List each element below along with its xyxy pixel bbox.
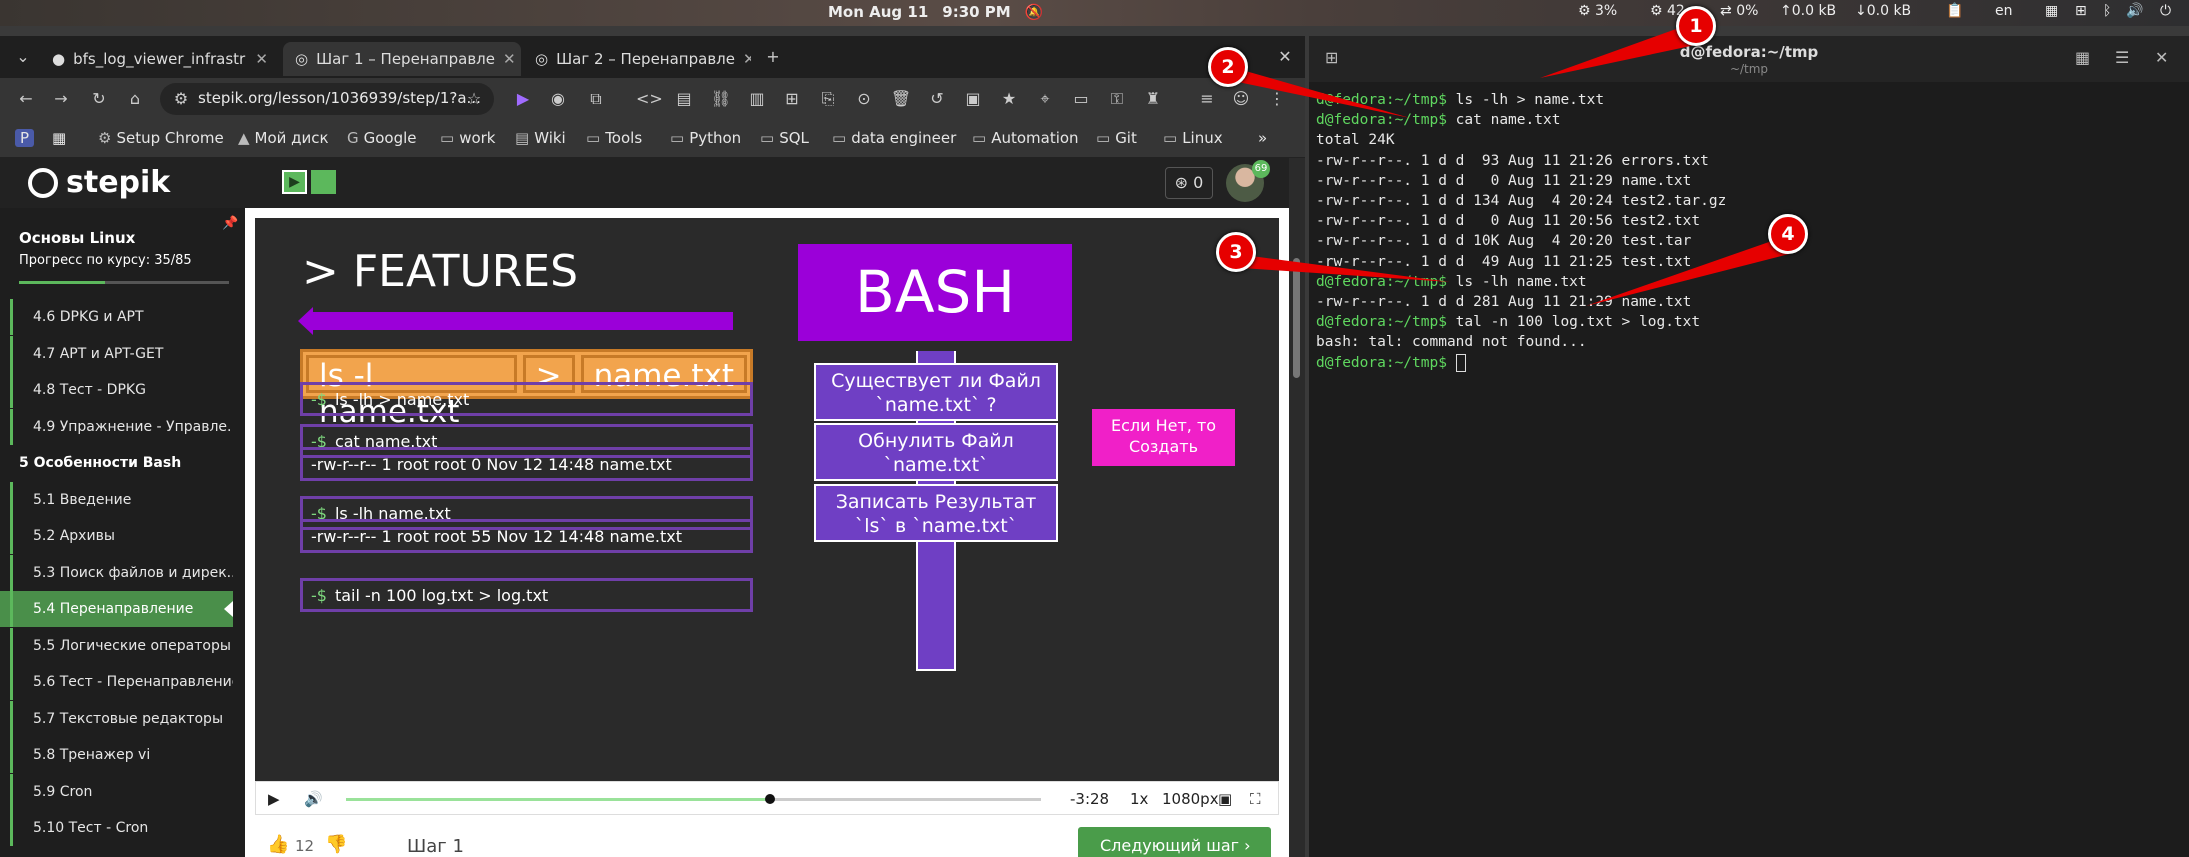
arrow-4 xyxy=(1586,236,1797,306)
arrow-2 xyxy=(1228,66,1410,118)
desktop: Mon Aug 11 9:30 PM 🔕 ⚙ 3% ⚙ 42 ⇄ 0% ↑0.0 k… xyxy=(0,0,2189,857)
callout-1: 1 xyxy=(1676,6,1716,46)
callout-4: 4 xyxy=(1768,214,1808,254)
annotation-arrows xyxy=(1228,24,1797,306)
arrow-3 xyxy=(1236,254,1450,282)
callout-3: 3 xyxy=(1216,232,1256,272)
callout-2: 2 xyxy=(1208,47,1248,87)
